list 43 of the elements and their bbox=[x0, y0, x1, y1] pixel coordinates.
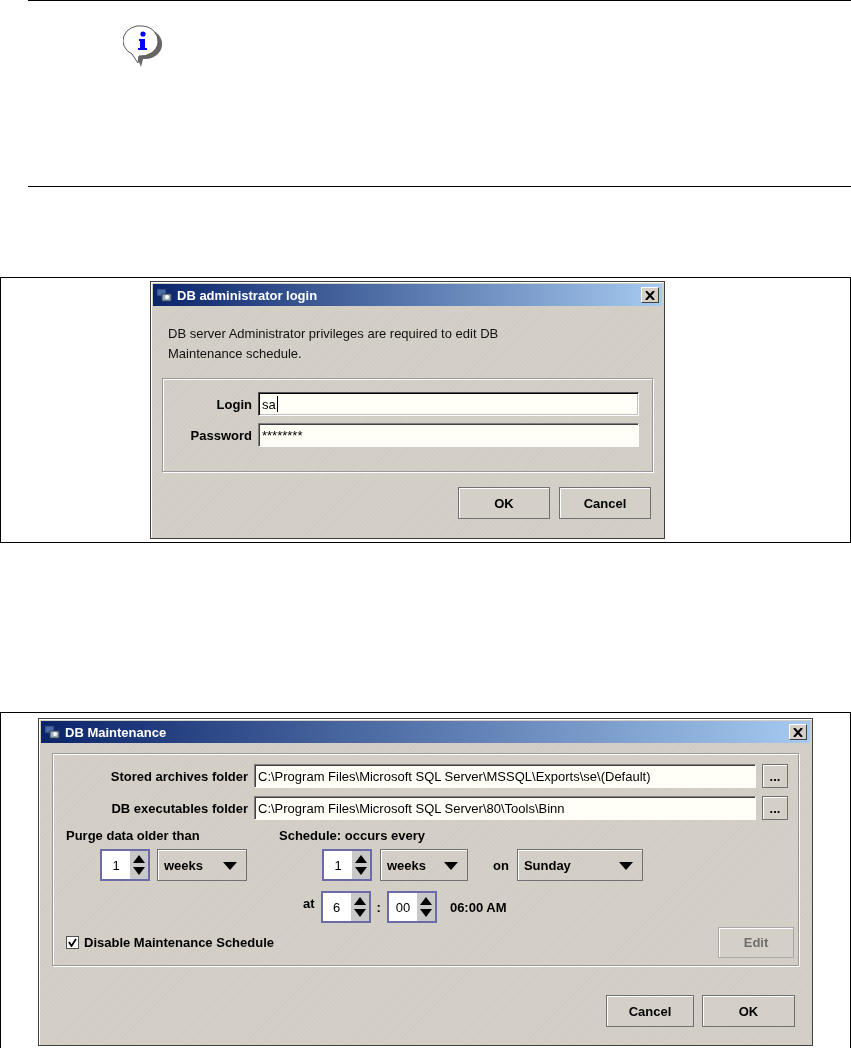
browse-button[interactable]: ... bbox=[762, 764, 788, 788]
checkbox[interactable] bbox=[66, 936, 79, 949]
folder-field[interactable]: C:\Program Files\Microsoft SQL Server\80\Tools\Binn bbox=[254, 796, 756, 820]
field-label: Login bbox=[215, 396, 252, 412]
close-icon bbox=[645, 290, 655, 300]
dropdown-arrow-icon bbox=[444, 861, 458, 870]
window-title: DB administrator login bbox=[177, 287, 319, 303]
field-label: Stored archives folder bbox=[109, 768, 248, 784]
field-label: on bbox=[493, 857, 509, 873]
separator-text: : bbox=[376, 899, 381, 915]
close-icon bbox=[793, 727, 803, 737]
input-field[interactable]: ******** bbox=[258, 423, 639, 447]
dialog-button[interactable]: Cancel bbox=[606, 995, 694, 1027]
spinner-field[interactable]: 1 bbox=[322, 849, 372, 881]
field-label: Password bbox=[189, 427, 252, 443]
spinner-field[interactable]: 00 bbox=[386, 891, 437, 923]
section-label: Schedule: occurs every bbox=[279, 828, 425, 843]
field-label: DB executables folder bbox=[110, 800, 248, 816]
close-button[interactable] bbox=[641, 287, 659, 303]
app-icon bbox=[156, 287, 172, 303]
dialog-button[interactable]: OK bbox=[702, 995, 795, 1027]
browse-button[interactable]: ... bbox=[762, 796, 788, 820]
spinner-field[interactable]: 1 bbox=[100, 849, 150, 881]
dialog-button[interactable]: Cancel bbox=[559, 487, 651, 519]
app-icon bbox=[44, 724, 60, 740]
dropdown-arrow-icon bbox=[618, 861, 633, 870]
message-text: DB server Administrator privileges are required to edit DB Maintenance schedule. bbox=[168, 325, 500, 363]
close-button[interactable] bbox=[789, 724, 807, 740]
info-icon bbox=[123, 23, 165, 67]
dropdown[interactable]: weeks bbox=[380, 849, 468, 881]
window-title: DB Maintenance bbox=[65, 724, 168, 740]
dropdown[interactable]: Sunday bbox=[516, 849, 643, 881]
text-cursor bbox=[276, 396, 278, 412]
dropdown-arrow-icon bbox=[223, 861, 237, 870]
section-label: Purge data older than bbox=[66, 828, 201, 843]
spinner-field[interactable]: 6 bbox=[320, 891, 371, 923]
folder-field[interactable]: C:\Program Files\Microsoft SQL Server\MSSQL\Exports\se\(Default) bbox=[254, 764, 756, 788]
field-label: at bbox=[303, 895, 315, 911]
dropdown[interactable]: weeks bbox=[157, 849, 247, 881]
dialog-button[interactable]: OK bbox=[458, 487, 550, 519]
time-text: 06:00 AM bbox=[449, 899, 507, 915]
checkbox-label: Disable Maintenance Schedule bbox=[84, 935, 274, 950]
input-field[interactable]: sa bbox=[258, 392, 639, 416]
